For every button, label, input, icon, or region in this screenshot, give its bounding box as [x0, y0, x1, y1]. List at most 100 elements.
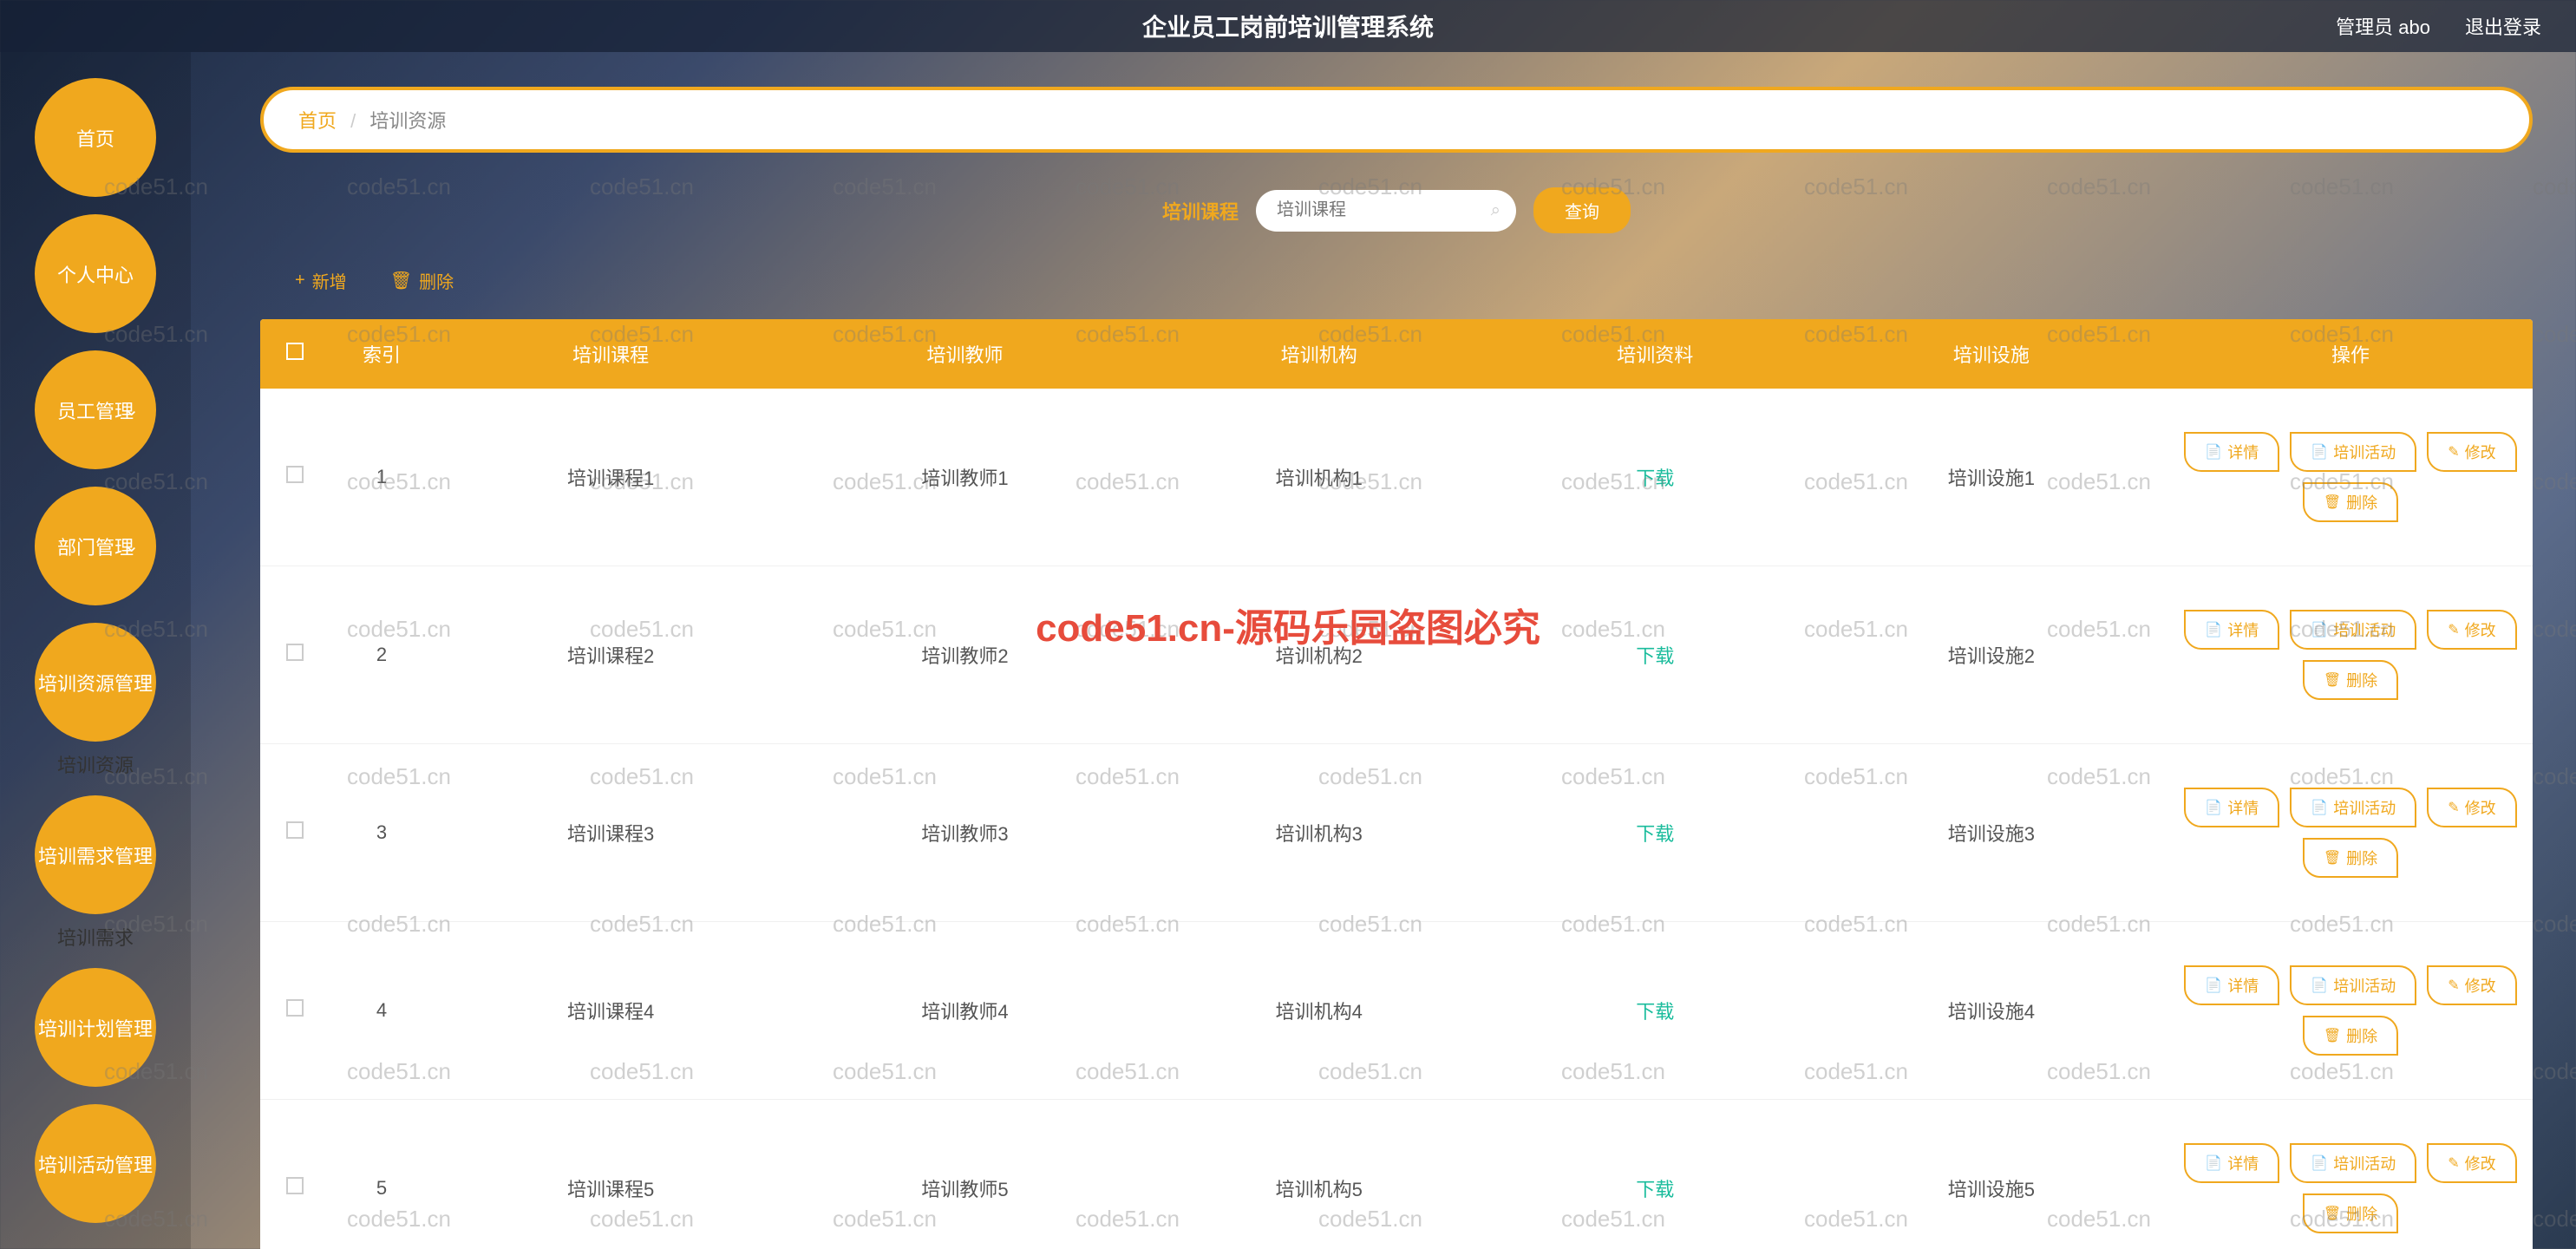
sidebar-subitem-4[interactable]: 培训资源	[17, 750, 173, 778]
table-header-7: 操作	[2168, 319, 2533, 389]
detail-button[interactable]: 📄详情	[2184, 965, 2279, 1005]
select-all-checkbox[interactable]	[286, 343, 304, 360]
table-header-2: 培训课程	[434, 319, 788, 389]
activity-button[interactable]: 📄培训活动	[2290, 965, 2416, 1005]
row-checkbox[interactable]	[286, 999, 304, 1017]
cell-index: 4	[330, 922, 434, 1100]
main-content: 首页 / 培训资源 培训课程 ⌕ 查询 + 新增 🗑 删除 索引培训课程	[191, 52, 2576, 1249]
edit-button[interactable]: ✎修改	[2427, 965, 2516, 1005]
cell-facility: 培训设施2	[1814, 566, 2168, 744]
activity-button-icon: 📄	[2311, 443, 2328, 461]
row-delete-button-icon: 🗑	[2324, 494, 2341, 511]
cell-teacher: 培训教师2	[788, 566, 1141, 744]
edit-button[interactable]: ✎修改	[2427, 610, 2516, 650]
table-header-4: 培训机构	[1142, 319, 1496, 389]
sidebar-subitem-5[interactable]: 培训需求	[17, 923, 173, 951]
row-delete-button-icon: 🗑	[2324, 1027, 2341, 1044]
table-header-0	[260, 319, 330, 389]
edit-button[interactable]: ✎修改	[2427, 788, 2516, 827]
cell-course: 培训课程5	[434, 1100, 788, 1249]
search-button[interactable]: 查询	[1533, 187, 1631, 233]
detail-button-icon: 📄	[2205, 799, 2222, 816]
detail-button[interactable]: 📄详情	[2184, 1143, 2279, 1183]
table-row: 2培训课程2培训教师2培训机构2下载培训设施2📄详情📄培训活动✎修改🗑删除	[260, 566, 2533, 744]
row-delete-button[interactable]: 🗑删除	[2303, 1193, 2398, 1233]
cell-index: 1	[330, 389, 434, 566]
edit-button-icon: ✎	[2448, 443, 2459, 461]
toolbar: + 新增 🗑 删除	[260, 268, 2533, 293]
table-header-5: 培训资料	[1496, 319, 1814, 389]
cell-org: 培训机构3	[1142, 744, 1496, 922]
edit-button-icon: ✎	[2448, 621, 2459, 638]
cell-teacher: 培训教师1	[788, 389, 1141, 566]
sidebar-item-5[interactable]: 培训需求管理	[35, 795, 156, 914]
row-checkbox[interactable]	[286, 1177, 304, 1194]
download-link[interactable]: 下载	[1636, 1001, 1674, 1023]
download-link[interactable]: 下载	[1636, 468, 1674, 489]
row-checkbox[interactable]	[286, 466, 304, 483]
download-link[interactable]: 下载	[1636, 645, 1674, 667]
row-delete-button[interactable]: 🗑删除	[2303, 482, 2398, 522]
current-user[interactable]: 管理员 abo	[2336, 12, 2430, 40]
search-input-wrap: ⌕	[1256, 190, 1516, 232]
delete-button[interactable]: 🗑 删除	[390, 268, 454, 293]
detail-button[interactable]: 📄详情	[2184, 610, 2279, 650]
row-checkbox[interactable]	[286, 821, 304, 839]
search-icon[interactable]: ⌕	[1491, 200, 1500, 220]
activity-button-icon: 📄	[2311, 621, 2328, 638]
breadcrumb-home[interactable]: 首页	[298, 110, 337, 132]
activity-button[interactable]: 📄培训活动	[2290, 788, 2416, 827]
detail-button[interactable]: 📄详情	[2184, 432, 2279, 472]
edit-button[interactable]: ✎修改	[2427, 1143, 2516, 1183]
table-header-1: 索引	[330, 319, 434, 389]
cell-facility: 培训设施5	[1814, 1100, 2168, 1249]
detail-button-icon: 📄	[2205, 977, 2222, 994]
cell-facility: 培训设施1	[1814, 389, 2168, 566]
edit-button-icon: ✎	[2448, 1154, 2459, 1172]
add-button[interactable]: + 新增	[295, 268, 347, 293]
logout-link[interactable]: 退出登录	[2465, 12, 2541, 40]
detail-button-icon: 📄	[2205, 443, 2222, 461]
activity-button[interactable]: 📄培训活动	[2290, 432, 2416, 472]
sidebar-item-6[interactable]: 培训计划管理	[35, 968, 156, 1087]
edit-button-icon: ✎	[2448, 977, 2459, 994]
row-delete-button-icon: 🗑	[2324, 671, 2341, 689]
activity-button[interactable]: 📄培训活动	[2290, 610, 2416, 650]
table-row: 1培训课程1培训教师1培训机构1 下载 培训设施1 📄详情 📄培训活动 ✎修改 🗑删除	[260, 389, 2533, 566]
sidebar-item-1[interactable]: 个人中心	[35, 214, 156, 333]
table-container: 索引培训课程培训教师培训机构培训资料培训设施操作 1培训课程1培训教师1培训机构…	[260, 319, 2533, 1249]
app-title: 企业员工岗前培训管理系统	[1142, 9, 1434, 43]
breadcrumb-current: 培训资源	[369, 110, 446, 132]
sidebar-item-7[interactable]: 培训活动管理	[35, 1104, 156, 1223]
detail-button[interactable]: 📄详情	[2184, 788, 2279, 827]
cell-facility: 培训设施4	[1814, 922, 2168, 1100]
cell-org: 培训机构4	[1142, 922, 1496, 1100]
activity-button-icon: 📄	[2311, 799, 2328, 816]
table-header-6: 培训设施	[1814, 319, 2168, 389]
trash-icon: 🗑	[390, 270, 412, 291]
cell-course: 培训课程1	[434, 389, 788, 566]
row-delete-button[interactable]: 🗑删除	[2303, 1016, 2398, 1056]
sidebar-item-0[interactable]: 首页	[35, 78, 156, 197]
sidebar-item-4[interactable]: 培训资源管理	[35, 623, 156, 742]
cell-index: 2	[330, 566, 434, 744]
detail-button-icon: 📄	[2205, 621, 2222, 638]
activity-button[interactable]: 📄培训活动	[2290, 1143, 2416, 1183]
row-checkbox[interactable]	[286, 644, 304, 661]
row-delete-button-icon: 🗑	[2324, 1205, 2341, 1222]
cell-org: 培训机构2	[1142, 566, 1496, 744]
cell-org: 培训机构1	[1142, 389, 1496, 566]
cell-index: 3	[330, 744, 434, 922]
search-input[interactable]	[1256, 190, 1516, 232]
sidebar-item-3[interactable]: 部门管理	[35, 487, 156, 605]
search-label: 培训课程	[1162, 197, 1239, 225]
search-row: 培训课程 ⌕ 查询	[260, 187, 2533, 233]
row-delete-button[interactable]: 🗑删除	[2303, 660, 2398, 700]
cell-teacher: 培训教师5	[788, 1100, 1141, 1249]
cell-course: 培训课程4	[434, 922, 788, 1100]
sidebar-item-2[interactable]: 员工管理	[35, 350, 156, 469]
row-delete-button[interactable]: 🗑删除	[2303, 838, 2398, 878]
edit-button[interactable]: ✎修改	[2427, 432, 2516, 472]
download-link[interactable]: 下载	[1636, 823, 1674, 845]
download-link[interactable]: 下载	[1636, 1179, 1674, 1200]
